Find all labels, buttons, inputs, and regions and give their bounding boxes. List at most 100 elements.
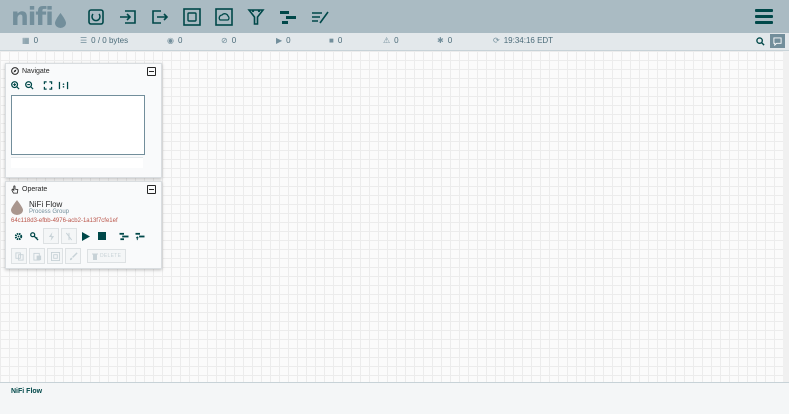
operate-title: Operate [22, 185, 48, 193]
access-policies-button[interactable] [27, 229, 41, 243]
zoom-in-icon[interactable] [11, 80, 20, 90]
bulletin-icon [773, 36, 782, 46]
stop-icon [98, 232, 106, 240]
breadcrumb: NiFi Flow [0, 382, 789, 414]
paintbrush-icon [69, 251, 78, 260]
navigate-header[interactable]: Navigate [6, 64, 161, 78]
actual-size-icon[interactable] [58, 81, 69, 90]
enable-button[interactable] [43, 228, 59, 244]
logo-text: nifi [11, 1, 54, 31]
refresh-status[interactable]: ⟳ 19:34:16 EDT [493, 36, 553, 45]
process-group-drop-icon [11, 200, 23, 215]
hand-pointer-icon [11, 185, 19, 193]
delete-label: DELETE [100, 253, 122, 259]
selection-name: NiFi Flow [29, 200, 63, 209]
selection-id: 64c118d3-efbb-4976-acb2-1a13f7cfe1ef [11, 218, 118, 224]
stop-icon: ■ [329, 36, 334, 45]
operate-actions-row-1 [6, 224, 161, 244]
play-icon [82, 231, 90, 241]
search-icon [756, 36, 765, 46]
operate-collapse-button[interactable] [147, 184, 156, 194]
start-button[interactable] [79, 229, 93, 243]
bulletin-button[interactable] [770, 34, 785, 48]
stopped-status: ■ 0 [329, 36, 342, 45]
canvas-scrollbar[interactable] [783, 51, 789, 382]
paste-icon [32, 252, 41, 261]
delete-button[interactable]: DELETE [87, 249, 127, 263]
stopped-count: 0 [337, 36, 343, 45]
output-port-icon [152, 9, 168, 24]
play-icon: ▶ [276, 36, 283, 45]
selection-type: Process Group [29, 209, 70, 215]
add-processor-button[interactable] [80, 3, 112, 31]
key-icon [29, 231, 39, 241]
create-template-button[interactable] [117, 229, 131, 243]
group-icon [50, 251, 60, 261]
zoom-out-icon[interactable] [25, 80, 34, 90]
not-transmitting-status: ⊘ 0 [221, 36, 236, 45]
operate-palette: Operate NiFi Flow Process Group 64c118d3… [5, 181, 162, 269]
upload-template-icon [135, 232, 145, 240]
disabled-icon: ✱ [437, 36, 444, 45]
create-template-icon [119, 232, 129, 240]
invalid-count: 0 [394, 36, 399, 45]
not-transmitting-icon: ⊘ [221, 36, 228, 45]
drop-icon [54, 12, 66, 28]
paste-button[interactable] [29, 248, 45, 264]
cluster-count: 0 [33, 36, 39, 45]
list-icon: ☰ [80, 36, 88, 45]
refresh-icon[interactable]: ⟳ [493, 36, 500, 45]
selection-info: NiFi Flow Process Group [6, 196, 161, 215]
transmitting-count: 0 [177, 36, 183, 45]
configure-button[interactable] [11, 229, 25, 243]
app-header: nifi [0, 0, 789, 33]
add-funnel-button[interactable] [240, 3, 272, 31]
not-transmitting-count: 0 [231, 36, 237, 45]
component-toolbar [80, 3, 336, 31]
add-input-port-button[interactable] [112, 3, 144, 31]
process-group-icon [183, 7, 201, 26]
processor-icon [88, 8, 104, 25]
add-output-port-button[interactable] [144, 3, 176, 31]
compass-icon [11, 67, 19, 75]
queued-value: 0 / 0 bytes [91, 36, 129, 45]
copy-icon [14, 251, 24, 261]
input-port-icon [119, 9, 136, 24]
navigate-title: Navigate [22, 67, 50, 75]
last-refreshed: 19:34:16 EDT [503, 36, 554, 45]
navigate-tools [6, 78, 161, 92]
add-label-button[interactable] [304, 3, 336, 31]
add-remote-process-group-button[interactable] [208, 3, 240, 31]
breadcrumb-root[interactable]: NiFi Flow [11, 388, 42, 395]
cluster-icon: ▦ [22, 36, 30, 45]
transmitting-status: ◉ 0 [167, 36, 182, 45]
fit-icon[interactable] [43, 80, 53, 90]
birdseye-view[interactable] [11, 95, 145, 155]
status-actions [751, 34, 785, 48]
disabled-status: ✱ 0 [437, 36, 452, 45]
operate-header[interactable]: Operate [6, 182, 161, 196]
funnel-icon [247, 8, 265, 25]
add-template-button[interactable] [272, 3, 304, 31]
operate-actions-row-2: DELETE [6, 244, 161, 264]
lightning-icon [48, 231, 54, 241]
search-button[interactable] [753, 34, 768, 48]
cluster-status: ▦ 0 [22, 36, 38, 45]
navigate-collapse-button[interactable] [147, 66, 156, 76]
running-status: ▶ 0 [276, 36, 291, 45]
birdseye-footer [11, 157, 143, 168]
label-icon [311, 11, 329, 23]
upload-template-button[interactable] [133, 229, 147, 243]
disable-button[interactable] [61, 228, 77, 244]
remote-process-group-icon [215, 7, 233, 26]
running-count: 0 [286, 36, 291, 45]
disabled-count: 0 [447, 36, 453, 45]
add-process-group-button[interactable] [176, 3, 208, 31]
stop-button[interactable] [95, 229, 109, 243]
copy-button[interactable] [11, 248, 27, 264]
gear-icon [14, 232, 22, 240]
color-button[interactable] [65, 248, 81, 264]
global-menu-button[interactable] [755, 9, 773, 25]
group-button[interactable] [47, 248, 63, 264]
disable-icon [65, 232, 73, 240]
